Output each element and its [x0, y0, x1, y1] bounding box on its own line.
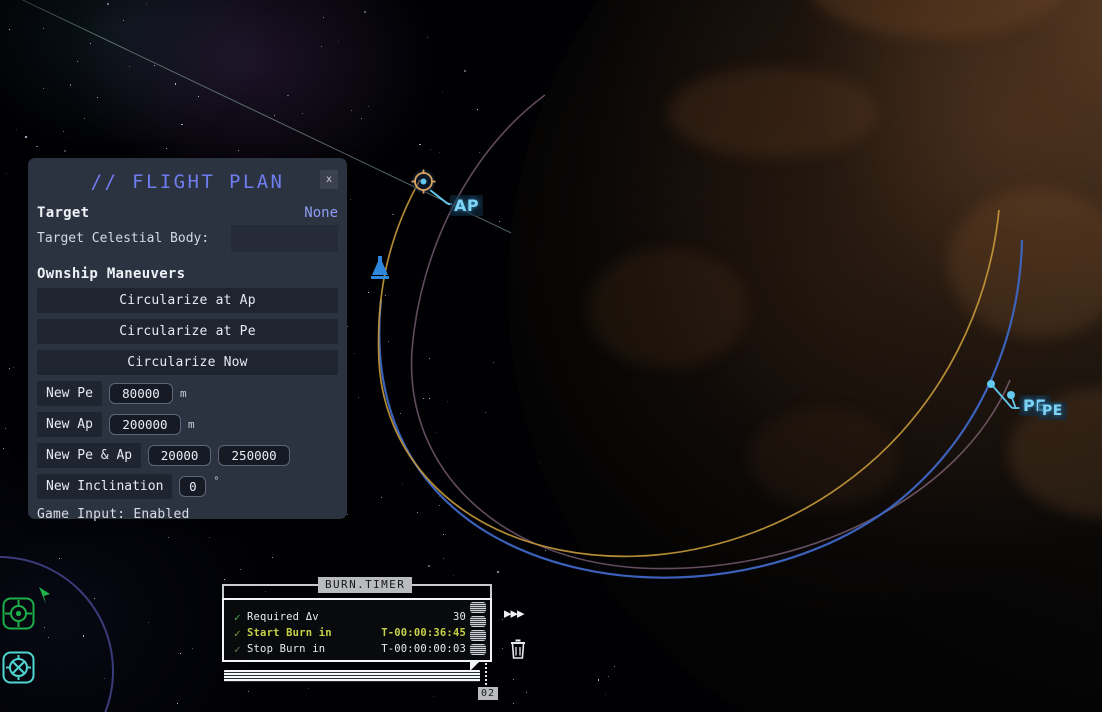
game-viewport: AP PE PE // FLIGHT PLAN x Target None Ta…	[0, 0, 1102, 712]
burn-row-required-dv[interactable]: ✓ Required Δv 30	[234, 609, 466, 625]
new-ap-row: New Ap m	[37, 412, 338, 437]
burn-row-stop-burn-in[interactable]: ✓ Stop Burn in T-00:00:00:03	[234, 641, 466, 657]
new-pe-row: New Pe m	[37, 381, 338, 406]
ownship-marker-icon[interactable]	[368, 255, 392, 283]
drag-handle-icon[interactable]	[470, 602, 486, 613]
prograde-target-icon[interactable]	[2, 597, 35, 630]
panel-titlebar: // FLIGHT PLAN x	[37, 168, 338, 195]
drag-handle-icon[interactable]	[470, 630, 486, 641]
new-pe-and-ap-button[interactable]: New Pe & Ap	[37, 443, 142, 468]
new-pe-button[interactable]: New Pe	[37, 381, 102, 406]
marker-label-pe-2: PE	[1038, 402, 1067, 420]
flight-plan-panel: // FLIGHT PLAN x Target None Target Cele…	[28, 158, 347, 522]
marker-label-ap: AP	[450, 195, 484, 216]
prograde-vector-icon	[39, 587, 50, 604]
new-inclination-button[interactable]: New Inclination	[37, 474, 173, 499]
burn-row-value: 30	[452, 611, 466, 623]
maneuver-node-icon[interactable]	[2, 651, 35, 684]
burn-row-value: T-00:00:36:45	[381, 627, 466, 639]
new-ap-input[interactable]	[108, 414, 181, 435]
check-icon: ✓	[234, 642, 241, 656]
burn-row-label: Required Δv	[247, 611, 319, 623]
burn-row-value: T-00:00:00:03	[381, 643, 466, 655]
target-value: None	[304, 205, 338, 221]
circularize-at-pe-button[interactable]: Circularize at Pe	[37, 319, 338, 344]
new-pe-input[interactable]	[108, 383, 173, 404]
check-icon: ✓	[234, 626, 241, 640]
new-pe-and-ap-ap-input[interactable]	[218, 445, 291, 466]
burn-row-label: Start Burn in	[247, 627, 332, 639]
target-label: Target	[37, 205, 90, 221]
circularize-at-ap-button[interactable]: Circularize at Ap	[37, 288, 338, 313]
maneuvers-heading: Ownship Maneuvers	[37, 266, 186, 282]
burn-row-label: Stop Burn in	[247, 643, 326, 655]
burn-timer-drag-handles[interactable]	[470, 602, 486, 658]
close-button[interactable]: x	[320, 170, 338, 189]
target-celestial-body-row: Target Celestial Body:	[37, 225, 338, 252]
burn-timer-header: BURN.TIMER	[318, 577, 413, 593]
target-row: Target None	[37, 205, 338, 221]
burn-row-start-burn-in[interactable]: ✓ Start Burn in T-00:00:36:45	[234, 625, 466, 641]
inclination-degree-unit: °	[213, 476, 220, 487]
target-celestial-body-select[interactable]	[231, 225, 338, 252]
progress-connector	[485, 663, 487, 685]
new-ap-button[interactable]: New Ap	[37, 412, 102, 437]
new-ap-unit: m	[187, 418, 195, 431]
burn-timer-panel: ✓ Required Δv 30 ✓ Start Burn in T-00:00…	[222, 598, 492, 662]
burn-progress-bar[interactable]	[224, 670, 480, 682]
new-inclination-input[interactable]	[179, 476, 207, 497]
game-input-status: Game Input: Enabled	[37, 507, 190, 522]
apoapsis-marker-icon[interactable]	[410, 168, 437, 195]
check-icon: ✓	[234, 610, 241, 624]
drag-handle-icon[interactable]	[470, 644, 486, 655]
circularize-now-button[interactable]: Circularize Now	[37, 350, 338, 375]
drag-handle-icon[interactable]	[470, 616, 486, 627]
new-pe-unit: m	[179, 387, 187, 400]
page-title: // FLIGHT PLAN	[90, 170, 285, 193]
new-inclination-row: New Inclination °	[37, 474, 338, 499]
new-pe-and-ap-pe-input[interactable]	[148, 445, 212, 466]
progress-badge: 02	[478, 687, 499, 700]
target-celestial-body-label: Target Celestial Body:	[37, 231, 210, 246]
delete-icon[interactable]	[509, 638, 527, 660]
new-pe-and-ap-row: New Pe & Ap	[37, 443, 338, 468]
fast-forward-icon[interactable]: ▸▸▸	[504, 604, 525, 622]
